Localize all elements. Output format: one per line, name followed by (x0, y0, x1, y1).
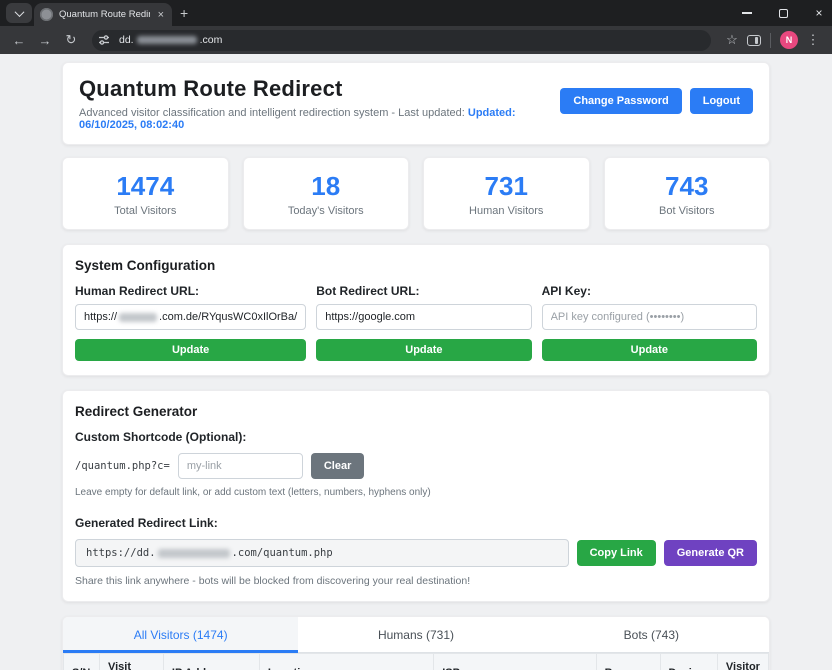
window-maximize-button[interactable] (776, 9, 790, 18)
generated-link-label: Generated Redirect Link: (75, 516, 757, 530)
tab-all-visitors[interactable]: All Visitors (1474) (63, 617, 298, 653)
minimize-icon (742, 12, 752, 13)
col-visit-time: Visit Time (99, 654, 163, 670)
menu-icon[interactable]: ⋮ (802, 32, 824, 48)
browser-tab[interactable]: Quantum Route Redirect - Adm × (34, 3, 172, 26)
generated-link-input[interactable]: https://dd. .com/quantum.php (75, 539, 569, 567)
redacted-text (158, 549, 230, 558)
update-human-redirect-button[interactable]: Update (75, 339, 306, 361)
tab-humans[interactable]: Humans (731) (298, 617, 533, 653)
url-text: dd. .com (119, 34, 222, 46)
col-sn: S/N (64, 654, 100, 670)
maximize-icon (779, 9, 788, 18)
visitors-card: All Visitors (1474) Humans (731) Bots (7… (62, 616, 770, 670)
stat-value: 1474 (63, 171, 228, 202)
site-favicon-icon (40, 8, 53, 21)
stat-card-todays-visitors: 18 Today's Visitors (243, 157, 410, 230)
tab-title: Quantum Route Redirect - Adm (59, 9, 150, 20)
stat-label: Total Visitors (63, 205, 228, 217)
side-panel-icon[interactable] (747, 35, 761, 46)
stat-label: Bot Visitors (605, 205, 770, 217)
tab-close-icon[interactable]: × (156, 9, 166, 21)
col-ip: IP Address (163, 654, 259, 670)
col-location: Location (259, 654, 433, 670)
forward-icon[interactable]: → (34, 33, 56, 48)
page-subtitle: Advanced visitor classification and inte… (79, 107, 560, 131)
tab-strip: Quantum Route Redirect - Adm × + × (0, 0, 832, 26)
subtitle-text: Advanced visitor classification and inte… (79, 107, 468, 119)
visitor-tabs: All Visitors (1474) Humans (731) Bots (7… (63, 617, 769, 653)
stat-card-total-visitors: 1474 Total Visitors (62, 157, 229, 230)
col-isp: ISP (434, 654, 596, 670)
api-key-input[interactable] (542, 304, 757, 330)
url-prefix: dd. (119, 34, 134, 46)
col-visitor-type: Visitor Type (717, 654, 768, 670)
redirect-generator-card: Redirect Generator Custom Shortcode (Opt… (62, 390, 770, 602)
table-header-row: S/N Visit Time IP Address Location ISP B… (64, 654, 769, 670)
update-bot-redirect-button[interactable]: Update (316, 339, 531, 361)
col-device: Device (660, 654, 717, 670)
stat-label: Today's Visitors (244, 205, 409, 217)
col-browser: Browser (596, 654, 660, 670)
stats-row: 1474 Total Visitors 18 Today's Visitors … (62, 157, 770, 230)
share-note: Share this link anywhere - bots will be … (75, 575, 757, 587)
shortcode-hint: Leave empty for default link, or add cus… (75, 487, 757, 498)
change-password-button[interactable]: Change Password (560, 88, 681, 114)
page-body: Quantum Route Redirect Advanced visitor … (0, 54, 832, 670)
back-icon[interactable]: ← (8, 33, 30, 48)
copy-link-button[interactable]: Copy Link (577, 540, 656, 566)
human-redirect-url-input[interactable]: https:// .com.de/RYqusWC0xIlOrBa/ (75, 304, 306, 330)
update-api-key-button[interactable]: Update (542, 339, 757, 361)
shortcode-input[interactable] (178, 453, 303, 479)
clear-button[interactable]: Clear (311, 453, 365, 479)
stat-value: 731 (424, 171, 589, 202)
bot-redirect-url-label: Bot Redirect URL: (316, 284, 531, 298)
profile-avatar[interactable]: N (780, 31, 798, 49)
generate-qr-button[interactable]: Generate QR (664, 540, 757, 566)
api-key-label: API Key: (542, 284, 757, 298)
stat-card-human-visitors: 731 Human Visitors (423, 157, 590, 230)
bot-redirect-url-input[interactable] (316, 304, 531, 330)
redacted-text (119, 313, 157, 322)
browser-toolbar: ← → ↻ dd. .com ☆ N ⋮ (0, 26, 832, 54)
bookmark-star-icon[interactable]: ☆ (721, 32, 743, 48)
link-suffix: .com/quantum.php (232, 547, 333, 559)
tab-bots[interactable]: Bots (743) (534, 617, 769, 653)
chevron-down-icon (14, 7, 24, 17)
tab-search-button[interactable] (6, 3, 32, 23)
url-value-suffix: .com.de/RYqusWC0xIlOrBa/ (159, 311, 297, 323)
human-redirect-field-group: Human Redirect URL: https:// .com.de/RYq… (75, 284, 306, 361)
bot-redirect-field-group: Bot Redirect URL: Update (316, 284, 531, 361)
human-redirect-url-label: Human Redirect URL: (75, 284, 306, 298)
new-tab-button[interactable]: + (180, 5, 188, 21)
url-suffix: .com (200, 34, 223, 46)
window-controls: × (740, 0, 826, 26)
url-value-prefix: https:// (84, 311, 117, 323)
toolbar-divider (770, 33, 771, 48)
visitors-table: S/N Visit Time IP Address Location ISP B… (63, 653, 769, 670)
stat-label: Human Visitors (424, 205, 589, 217)
window-minimize-button[interactable] (740, 12, 754, 13)
stat-card-bot-visitors: 743 Bot Visitors (604, 157, 771, 230)
custom-shortcode-label: Custom Shortcode (Optional): (75, 430, 757, 444)
logout-button[interactable]: Logout (690, 88, 753, 114)
api-key-field-group: API Key: Update (542, 284, 757, 361)
stat-value: 18 (244, 171, 409, 202)
shortcode-prefix: /quantum.php?c= (75, 460, 170, 472)
redacted-url (137, 36, 197, 44)
link-prefix: https://dd. (86, 547, 156, 559)
reload-icon[interactable]: ↻ (60, 32, 82, 48)
site-info-icon[interactable] (96, 32, 112, 48)
browser-chrome: Quantum Route Redirect - Adm × + × ← → ↻… (0, 0, 832, 54)
window-close-button[interactable]: × (812, 6, 826, 20)
stat-value: 743 (605, 171, 770, 202)
system-configuration-card: System Configuration Human Redirect URL:… (62, 244, 770, 376)
section-heading: System Configuration (75, 258, 757, 273)
url-bar[interactable]: dd. .com (92, 30, 711, 51)
section-heading: Redirect Generator (75, 404, 757, 419)
page-title: Quantum Route Redirect (79, 76, 560, 102)
header-card: Quantum Route Redirect Advanced visitor … (62, 62, 770, 145)
